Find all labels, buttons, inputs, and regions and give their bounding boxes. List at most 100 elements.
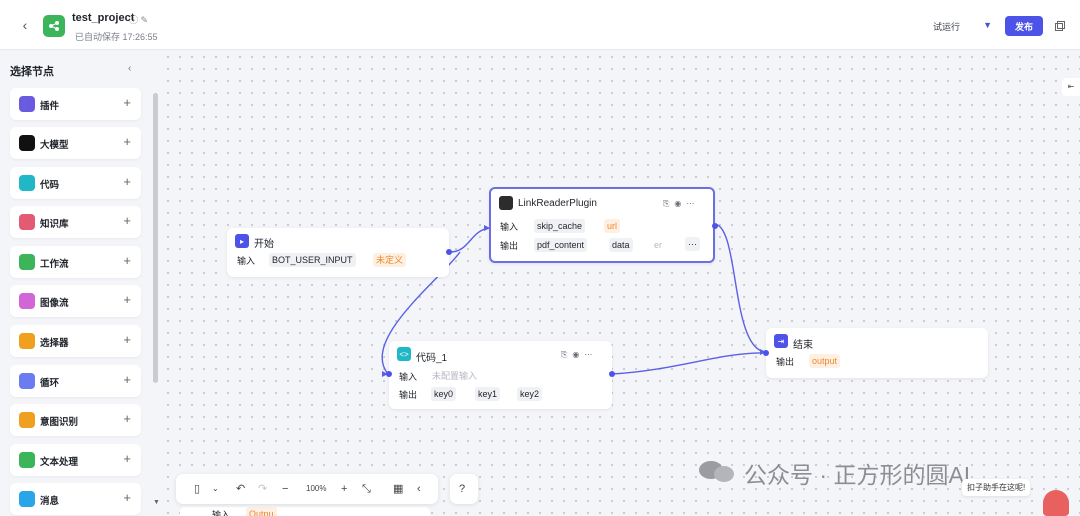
output-label: 输出 (399, 390, 418, 400)
project-title: test_project (72, 12, 135, 24)
output-tag: output (809, 354, 841, 368)
output-port[interactable] (712, 223, 718, 229)
top-bar: ‹ test_project ⓘ ✎ 已自动保存 17:26:55 试运行 ▼ … (0, 0, 1080, 50)
publish-button[interactable]: 发布 (1005, 16, 1043, 36)
add-icon[interactable]: + (123, 451, 131, 467)
expand-panel-icon[interactable]: ⇤ (1062, 78, 1080, 96)
collapse-toolbar-icon[interactable]: ‹ (417, 482, 421, 496)
watermark-text: 公众号 · 正方形的圆AI (744, 462, 971, 488)
workflow-canvas[interactable] (162, 51, 1080, 516)
input-label: 输入 (237, 256, 256, 266)
sidebar-item-llm[interactable]: 大模型 + (10, 127, 141, 159)
input-label: 输入 (212, 510, 231, 516)
end-node[interactable]: ⇥ 结束 输出 output (763, 328, 988, 378)
code-node[interactable]: <> 代码_1 ⎘◉⋯ 输入 未配置输入 输出 key0 key1 key2 (386, 341, 615, 409)
param-tag: BOT_USER_INPUT (269, 253, 356, 267)
info-icon[interactable]: ⓘ (129, 15, 138, 25)
chevron-down-icon[interactable]: ⌄ (212, 482, 219, 496)
mouse-mode-icon[interactable]: ▯ (194, 482, 200, 496)
sidebar-item-imageflow[interactable]: 图像流 + (10, 285, 141, 317)
sidebar-item-label: 工作流 (40, 259, 69, 270)
start-icon: ▸ (235, 234, 249, 248)
minimap-icon[interactable]: ▦ (393, 482, 403, 496)
add-icon[interactable]: + (123, 213, 131, 229)
sidebar-item-text-processing[interactable]: 文本处理 + (10, 444, 141, 476)
node-tools[interactable]: ⎘◉⋯ (663, 199, 699, 209)
scroll-down-icon[interactable]: ▼ (153, 499, 160, 506)
sidebar-item-plugin[interactable]: 插件 + (10, 88, 141, 120)
sidebar-item-label: 图像流 (40, 298, 69, 309)
output-label: 输出 (776, 357, 795, 367)
sidebar-item-code[interactable]: 代码 + (10, 167, 141, 199)
zoom-level[interactable]: 100% (306, 484, 326, 493)
sidebar-scrollbar[interactable] (153, 93, 158, 383)
project-info-edit-icons[interactable]: ⓘ ✎ (129, 13, 148, 26)
loop-icon (19, 373, 35, 389)
redo-icon[interactable]: ↷ (258, 482, 267, 496)
collapse-sidebar-icon[interactable]: ‹ (128, 63, 131, 74)
sidebar-item-label: 意图识别 (40, 417, 79, 428)
node-title: 代码_1 (416, 353, 448, 364)
knowledge-icon (19, 214, 35, 230)
input-port[interactable] (763, 350, 769, 356)
code-icon (19, 175, 35, 191)
add-icon[interactable]: + (123, 134, 131, 150)
add-icon[interactable]: + (123, 411, 131, 427)
input-label: 输入 (399, 372, 418, 382)
sidebar-item-label: 大模型 (40, 140, 69, 151)
zoom-out-icon[interactable]: − (282, 482, 288, 496)
undo-icon[interactable]: ↶ (236, 482, 245, 496)
assistant-mascot-icon[interactable] (1043, 490, 1069, 516)
add-icon[interactable]: + (123, 95, 131, 111)
add-icon[interactable]: + (123, 253, 131, 269)
sidebar-item-loop[interactable]: 循环 + (10, 365, 141, 397)
end-icon: ⇥ (774, 334, 788, 348)
type-tag: 未定义 (373, 253, 407, 267)
add-icon[interactable]: + (123, 292, 131, 308)
sidebar-item-label: 消息 (40, 496, 60, 507)
output-tag: key0 (431, 387, 457, 401)
sidebar-item-selector[interactable]: 选择器 + (10, 325, 141, 357)
fit-view-icon[interactable]: ⤡ (362, 482, 371, 496)
output-port[interactable] (446, 249, 452, 255)
output-port[interactable] (609, 371, 615, 377)
type-tag: url (604, 219, 621, 233)
start-node[interactable]: ▸ 开始 输入 BOT_USER_INPUT 未定义 (227, 228, 452, 277)
message-icon (19, 491, 35, 507)
add-icon[interactable]: + (123, 372, 131, 388)
output-tag: pdf_content (534, 238, 588, 252)
sidebar-item-label: 代码 (40, 180, 60, 191)
node-tools[interactable]: ⎘◉⋯ (561, 350, 597, 360)
add-icon[interactable]: + (123, 332, 131, 348)
selector-icon (19, 333, 35, 349)
trial-run-label: 试运行 (933, 21, 961, 32)
plugin-icon (19, 96, 35, 112)
caret-down-icon[interactable]: ▼ (983, 20, 992, 30)
output-tag: er (654, 240, 663, 250)
node-sidebar: 选择节点 ‹ 插件 + 大模型 + 代码 + 知识库 + 工作流 + 图像流 +… (0, 51, 162, 516)
output-tag: data (609, 238, 633, 252)
add-icon[interactable]: + (123, 174, 131, 190)
zoom-in-icon[interactable]: + (341, 482, 347, 496)
node-title: LinkReaderPlugin (518, 198, 597, 209)
sidebar-item-intent[interactable]: 意图识别 + (10, 404, 141, 436)
help-button[interactable]: ? (450, 474, 478, 504)
partial-node[interactable]: 输入 Outpu (180, 507, 430, 516)
canvas-toolbar: ▯ ⌄ ↶ ↷ − 100% + ⤡ ▦ ‹ (176, 474, 438, 504)
copy-icon[interactable] (1054, 19, 1066, 31)
sidebar-item-workflow[interactable]: 工作流 + (10, 246, 141, 278)
sidebar-item-message[interactable]: 消息 + (10, 483, 141, 515)
sidebar-item-label: 文本处理 (40, 457, 79, 468)
add-icon[interactable]: + (123, 490, 131, 506)
node-title: 开始 (254, 239, 274, 250)
assistant-bubble[interactable]: 扣子助手在这呢! (962, 479, 1031, 496)
plugin-node[interactable]: LinkReaderPlugin ⎘◉⋯ 输入 skip_cache url 输… (489, 187, 718, 263)
edit-icon[interactable]: ✎ (141, 15, 149, 25)
trial-run-button[interactable]: 试运行 ▼ (918, 16, 998, 36)
input-port[interactable] (386, 371, 392, 377)
help-icon: ? (459, 483, 466, 495)
sidebar-item-knowledge[interactable]: 知识库 + (10, 206, 141, 238)
sidebar-item-label: 插件 (40, 101, 60, 112)
back-button[interactable]: ‹ (16, 16, 34, 34)
more-outputs-button[interactable]: ··· (685, 237, 700, 251)
